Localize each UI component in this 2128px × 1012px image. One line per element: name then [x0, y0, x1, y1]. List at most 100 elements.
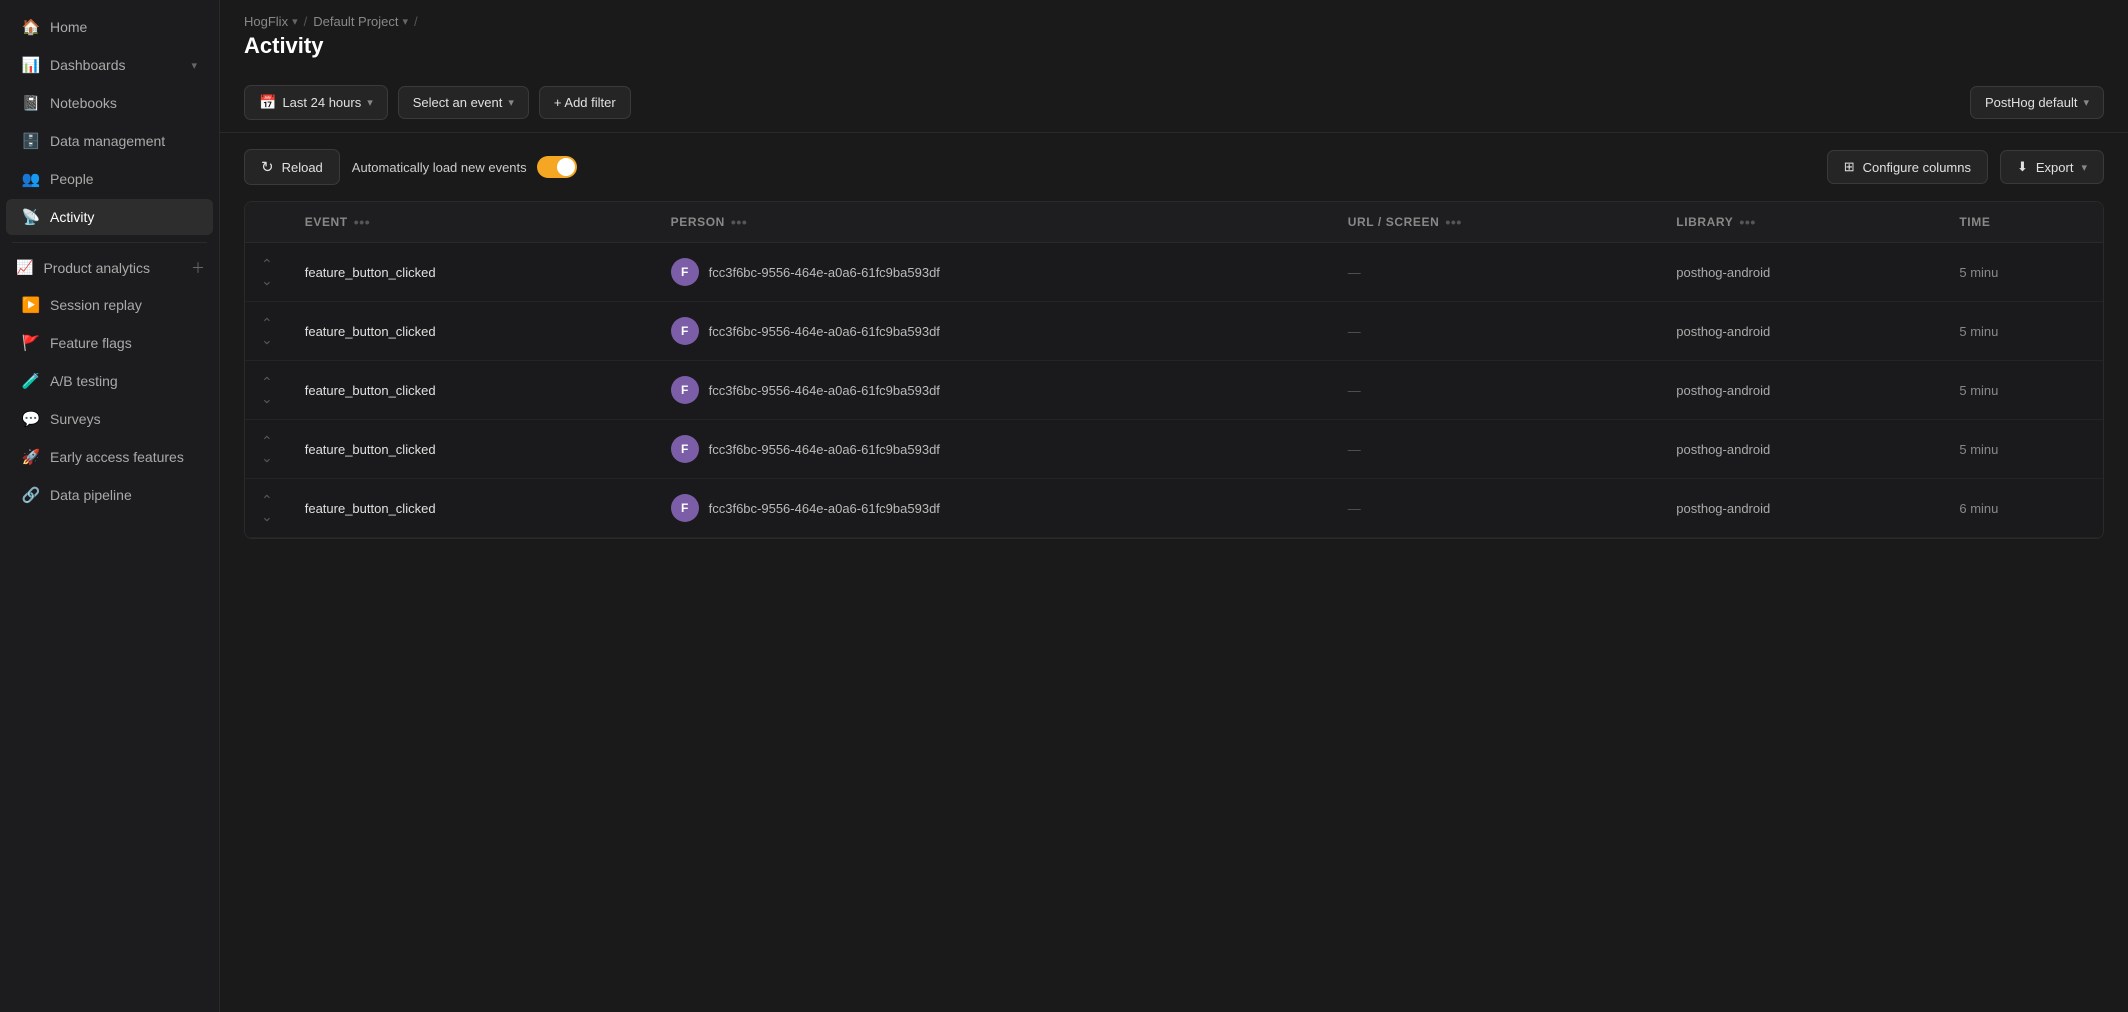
notebooks-icon: 📓 — [22, 94, 40, 112]
sidebar-item-product-analytics-label: Product analytics — [43, 260, 150, 276]
sidebar-item-product-analytics[interactable]: 📈 Product analytics — [6, 250, 183, 285]
person-cell: F fcc3f6bc-9556-464e-a0a6-61fc9ba593df — [655, 302, 1332, 361]
breadcrumb: HogFlix ▾ / Default Project ▾ / — [220, 0, 2128, 29]
library-name: posthog-android — [1676, 383, 1770, 398]
expand-icon[interactable]: ⌃ ⌃ — [261, 434, 273, 464]
avatar: F — [671, 258, 699, 286]
time-value: 5 minu — [1959, 383, 1998, 398]
url-screen-cell: — — [1332, 420, 1661, 479]
people-icon: 👥 — [22, 170, 40, 188]
session-replay-icon: ▶️ — [22, 296, 40, 314]
sidebar-item-ab-testing[interactable]: 🧪 A/B testing — [6, 363, 213, 399]
th-person-more[interactable]: ••• — [731, 214, 748, 230]
url-screen-value: — — [1348, 442, 1361, 457]
sidebar-item-early-access-label: Early access features — [50, 449, 184, 465]
url-screen-cell: — — [1332, 479, 1661, 538]
add-filter-button[interactable]: + Add filter — [539, 86, 631, 119]
expand-icon[interactable]: ⌃ ⌃ — [261, 375, 273, 405]
reload-label: Reload — [282, 160, 323, 175]
sidebar-item-data-pipeline[interactable]: 🔗 Data pipeline — [6, 477, 213, 513]
expand-cell: ⌃ ⌃ — [245, 302, 289, 361]
sidebar-item-people-label: People — [50, 171, 94, 187]
url-screen-value: — — [1348, 501, 1361, 516]
person-id[interactable]: fcc3f6bc-9556-464e-a0a6-61fc9ba593df — [709, 442, 940, 457]
product-analytics-add-button[interactable]: ＋ — [183, 252, 213, 284]
export-chevron: ▾ — [2081, 161, 2087, 174]
sidebar-item-activity[interactable]: 📡 Activity — [6, 199, 213, 235]
table-row[interactable]: ⌃ ⌃ feature_button_clicked F fcc3f6bc-95… — [245, 420, 2103, 479]
cluster-chevron: ▾ — [2083, 96, 2089, 109]
avatar: F — [671, 317, 699, 345]
sidebar-item-data-management[interactable]: 🗄️ Data management — [6, 123, 213, 159]
expand-cell: ⌃ ⌃ — [245, 361, 289, 420]
table-row[interactable]: ⌃ ⌃ feature_button_clicked F fcc3f6bc-95… — [245, 302, 2103, 361]
page-title: Activity — [220, 29, 2128, 73]
chevron-down-icon: ▾ — [191, 59, 197, 72]
th-library-label: LIBRARY — [1676, 215, 1733, 229]
time-filter-button[interactable]: 📅 Last 24 hours ▾ — [244, 85, 388, 120]
event-name: feature_button_clicked — [305, 383, 436, 398]
table-row[interactable]: ⌃ ⌃ feature_button_clicked F fcc3f6bc-95… — [245, 243, 2103, 302]
reload-button[interactable]: ↻ Reload — [244, 149, 340, 185]
feature-flags-icon: 🚩 — [22, 334, 40, 352]
person-id[interactable]: fcc3f6bc-9556-464e-a0a6-61fc9ba593df — [709, 501, 940, 516]
sidebar-item-data-pipeline-label: Data pipeline — [50, 487, 132, 503]
secondary-toolbar: ↻ Reload Automatically load new events ⊞… — [244, 149, 2104, 185]
sidebar-item-notebooks[interactable]: 📓 Notebooks — [6, 85, 213, 121]
library-cell: posthog-android — [1660, 479, 1943, 538]
auto-load-toggle[interactable] — [537, 156, 577, 178]
person-cell: F fcc3f6bc-9556-464e-a0a6-61fc9ba593df — [655, 361, 1332, 420]
configure-columns-button[interactable]: ⊞ Configure columns — [1827, 150, 1988, 184]
breadcrumb-project-label: Default Project — [313, 14, 398, 29]
table-row[interactable]: ⌃ ⌃ feature_button_clicked F fcc3f6bc-95… — [245, 479, 2103, 538]
th-event-more[interactable]: ••• — [354, 214, 371, 230]
th-person-label: PERSON — [671, 215, 725, 229]
expand-icon[interactable]: ⌃ ⌃ — [261, 257, 273, 287]
time-value: 5 minu — [1959, 324, 1998, 339]
sidebar-item-surveys[interactable]: 💬 Surveys — [6, 401, 213, 437]
th-url-more[interactable]: ••• — [1445, 214, 1462, 230]
sidebar-item-surveys-label: Surveys — [50, 411, 101, 427]
reload-icon: ↻ — [261, 158, 274, 176]
event-name: feature_button_clicked — [305, 265, 436, 280]
sidebar-item-session-replay[interactable]: ▶️ Session replay — [6, 287, 213, 323]
table-row[interactable]: ⌃ ⌃ feature_button_clicked F fcc3f6bc-95… — [245, 361, 2103, 420]
sidebar-item-feature-flags[interactable]: 🚩 Feature flags — [6, 325, 213, 361]
person-id[interactable]: fcc3f6bc-9556-464e-a0a6-61fc9ba593df — [709, 265, 940, 280]
sidebar-item-dashboards[interactable]: 📊 Dashboards ▾ — [6, 47, 213, 83]
sidebar-item-people[interactable]: 👥 People — [6, 161, 213, 197]
cluster-label: PostHog default — [1985, 95, 2078, 110]
person-id[interactable]: fcc3f6bc-9556-464e-a0a6-61fc9ba593df — [709, 383, 940, 398]
sidebar-item-home-label: Home — [50, 19, 87, 35]
expand-cell: ⌃ ⌃ — [245, 479, 289, 538]
breadcrumb-project[interactable]: Default Project ▾ — [313, 14, 408, 29]
event-cell: feature_button_clicked — [289, 302, 655, 361]
th-time: TIME — [1943, 202, 2103, 243]
breadcrumb-hogflix[interactable]: HogFlix ▾ — [244, 14, 298, 29]
person-cell: F fcc3f6bc-9556-464e-a0a6-61fc9ba593df — [655, 243, 1332, 302]
auto-load-label: Automatically load new events — [352, 160, 527, 175]
sidebar-item-data-management-label: Data management — [50, 133, 165, 149]
top-toolbar: 📅 Last 24 hours ▾ Select an event ▾ + Ad… — [220, 73, 2128, 133]
event-cell: feature_button_clicked — [289, 243, 655, 302]
data-pipeline-icon: 🔗 — [22, 486, 40, 504]
th-time-label: TIME — [1959, 215, 1990, 229]
event-filter-chevron: ▾ — [508, 96, 514, 109]
th-library-more[interactable]: ••• — [1739, 214, 1756, 230]
person-id[interactable]: fcc3f6bc-9556-464e-a0a6-61fc9ba593df — [709, 324, 940, 339]
sidebar-item-home[interactable]: 🏠 Home — [6, 9, 213, 45]
content-area: ↻ Reload Automatically load new events ⊞… — [220, 133, 2128, 1012]
th-expand — [245, 202, 289, 243]
events-table-container: EVENT ••• PERSON ••• URL — [244, 201, 2104, 539]
library-name: posthog-android — [1676, 265, 1770, 280]
export-button[interactable]: ⬇ Export ▾ — [2000, 150, 2104, 184]
expand-icon[interactable]: ⌃ ⌃ — [261, 493, 273, 523]
sidebar-item-dashboards-label: Dashboards — [50, 57, 126, 73]
cluster-selector-button[interactable]: PostHog default ▾ — [1970, 86, 2104, 119]
event-filter-button[interactable]: Select an event ▾ — [398, 86, 529, 119]
breadcrumb-hogflix-label: HogFlix — [244, 14, 288, 29]
dashboards-icon: 📊 — [22, 56, 40, 74]
time-cell: 6 minu — [1943, 479, 2103, 538]
expand-icon[interactable]: ⌃ ⌃ — [261, 316, 273, 346]
sidebar-item-early-access[interactable]: 🚀 Early access features — [6, 439, 213, 475]
